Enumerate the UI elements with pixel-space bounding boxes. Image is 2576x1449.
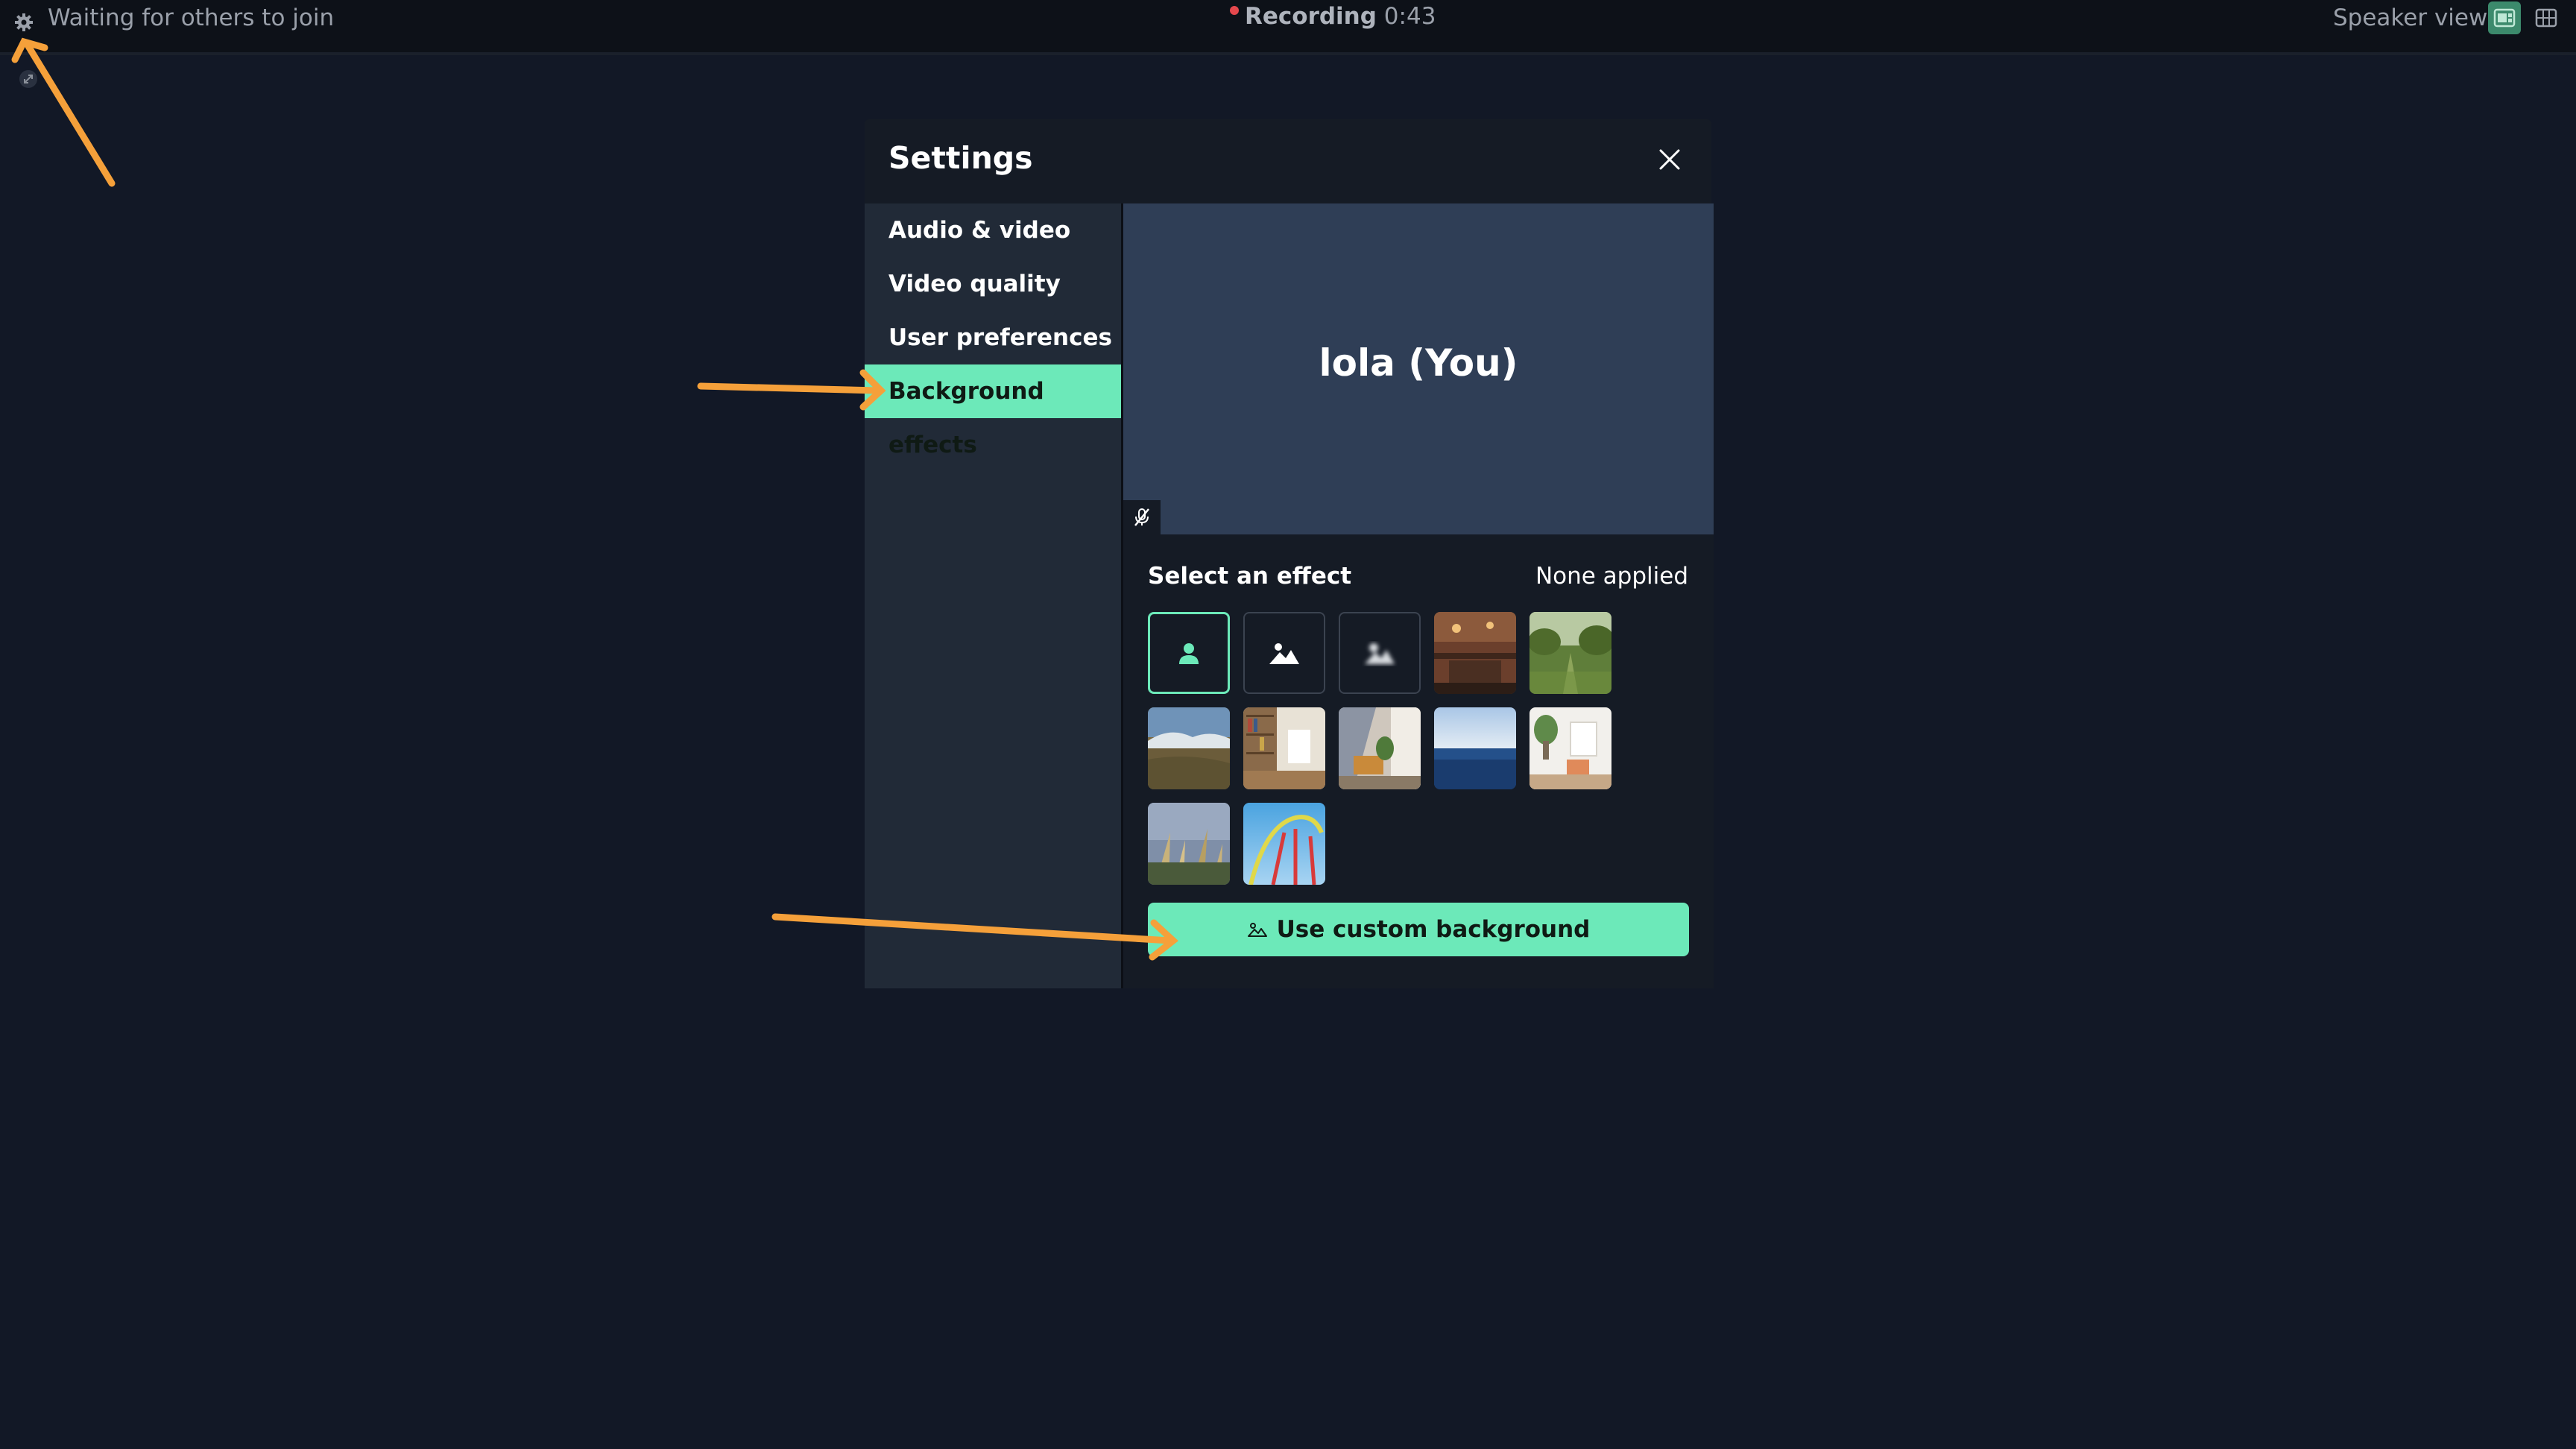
nav-background-effects[interactable]: Background effects <box>865 364 1121 458</box>
effect-none-tile[interactable] <box>1148 612 1230 694</box>
background-green-orchard-tile[interactable] <box>1530 612 1611 694</box>
settings-sidebar: Audio & video Video quality User prefere… <box>865 203 1121 988</box>
arrow-to-background-effects <box>697 382 882 394</box>
mic-off-icon <box>1123 500 1161 534</box>
image-upload-icon <box>1247 923 1267 937</box>
nav-video-quality[interactable]: Video quality <box>865 257 1121 311</box>
speaker-view-icon <box>2493 8 2516 28</box>
speaker-view-button[interactable] <box>2488 1 2521 34</box>
grid-view-icon <box>2535 8 2557 28</box>
video-preview: lola (You) <box>1123 203 1714 534</box>
background-bright-apartment-tile[interactable] <box>1530 707 1611 789</box>
recording-time: 0:43 <box>1383 3 1436 30</box>
top-bar: Waiting for others to join Recording 0:4… <box>0 0 2576 55</box>
view-mode-label: Speaker view <box>2333 4 2488 31</box>
effect-strong-blur-tile[interactable] <box>1339 612 1421 694</box>
settings-dialog: Settings Audio & video Video quality Use… <box>865 119 1714 988</box>
recording-indicator: Recording 0:43 <box>1230 1 1436 31</box>
select-effect-label: Select an effect <box>1148 563 1352 590</box>
close-button[interactable] <box>1649 139 1690 180</box>
use-custom-background-button[interactable]: Use custom background <box>1148 903 1689 956</box>
mountain-icon <box>1269 643 1299 664</box>
effect-blur-tile[interactable] <box>1243 612 1325 694</box>
background-effects-panel: lola (You) Select an effect None applied <box>1121 203 1714 988</box>
recording-label: Recording <box>1245 3 1377 30</box>
close-icon <box>1659 149 1680 170</box>
background-coastal-hills-tile[interactable] <box>1148 707 1230 789</box>
background-sunny-living-room-tile[interactable] <box>1339 707 1421 789</box>
participant-name: lola (You) <box>1319 341 1518 385</box>
person-icon <box>1179 643 1199 664</box>
dialog-title: Settings <box>888 140 1033 176</box>
background-bookshelf-room-tile[interactable] <box>1243 707 1325 789</box>
effects-grid <box>1148 612 1625 888</box>
background-roller-coaster-tile[interactable] <box>1243 803 1325 885</box>
background-brick-cafe-tile[interactable] <box>1434 612 1516 694</box>
minimize-icon[interactable] <box>18 69 39 89</box>
nav-user-preferences[interactable]: User preferences <box>865 311 1121 364</box>
background-ocean-horizon-tile[interactable] <box>1434 707 1516 789</box>
waiting-status: Waiting for others to join <box>48 4 335 31</box>
custom-background-label: Use custom background <box>1276 916 1591 943</box>
blurred-mountain-icon <box>1365 643 1395 664</box>
recording-dot-icon <box>1230 6 1239 15</box>
background-tall-grass-tile[interactable] <box>1148 803 1230 885</box>
nav-audio-video[interactable]: Audio & video <box>865 203 1121 257</box>
grid-view-button[interactable] <box>2530 1 2563 34</box>
applied-status: None applied <box>1535 563 1688 590</box>
arrow-to-gear <box>25 42 116 187</box>
gear-icon[interactable] <box>13 6 43 36</box>
